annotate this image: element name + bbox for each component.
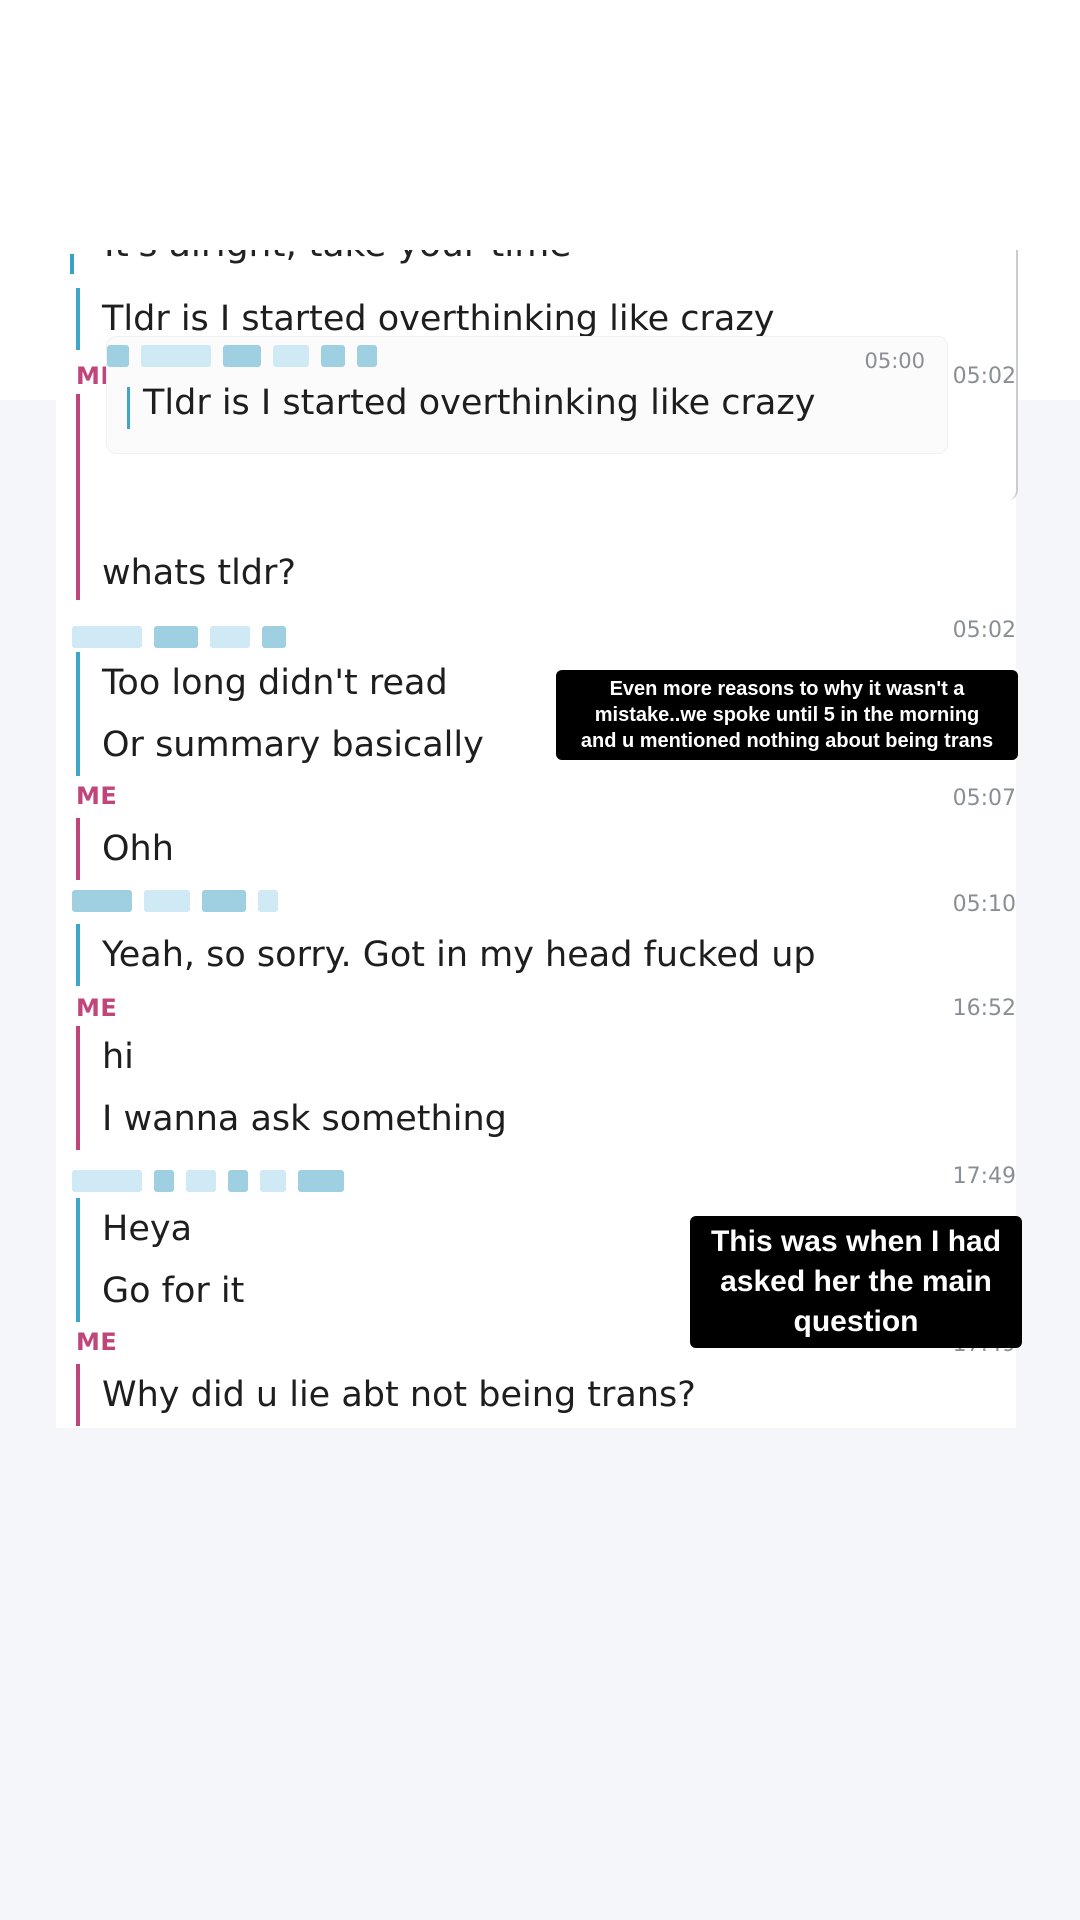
cut-off-message: It's alright, take your time (70, 250, 571, 274)
quote-time: 05:00 (864, 349, 925, 373)
friend-message-block: Yeah, so sorry. Got in my head fucked up (76, 924, 816, 986)
sender-me: ME (76, 1328, 118, 1356)
chat-message: hi (102, 1037, 134, 1077)
me-message-block: Ohh (76, 818, 174, 880)
chat-message: Why did u lie abt not being trans? (102, 1375, 696, 1415)
message-time: 16:52 (952, 996, 1016, 1021)
quote-text: Tldr is I started overthinking like craz… (143, 383, 816, 423)
quoted-message[interactable]: 05:00 Tldr is I started overthinking lik… (106, 336, 948, 454)
screenshot-edge (1006, 250, 1018, 500)
me-message-block: Why did u lie abt not being trans? (76, 1364, 696, 1426)
chat-message: I wanna ask something (102, 1099, 507, 1139)
chat-message: Ohh (102, 829, 174, 869)
message-time: 05:02 (952, 618, 1016, 643)
sender-me: ME (76, 994, 118, 1022)
friend-message-block: Too long didn't read Or summary basicall… (76, 652, 484, 776)
message-time: 05:10 (952, 892, 1016, 917)
chat-message: Too long didn't read (102, 663, 448, 703)
quote-bar (127, 387, 130, 429)
chat-message: whats tldr? (102, 553, 296, 593)
blurred-name (72, 1170, 344, 1194)
blurred-name (107, 345, 377, 369)
blurred-name (72, 626, 286, 650)
friend-message-block: Heya Go for it (76, 1198, 244, 1322)
message-time: 17:49 (952, 1164, 1016, 1189)
story-caption: This was when I had asked her the main q… (690, 1216, 1022, 1348)
me-message-block: hi I wanna ask something (76, 1026, 507, 1150)
chat-message: Yeah, so sorry. Got in my head fucked up (102, 935, 816, 975)
sender-me: ME (76, 782, 118, 810)
story-caption: Even more reasons to why it wasn't a mis… (556, 670, 1018, 760)
message-time: 05:07 (952, 786, 1016, 811)
chat-message: Go for it (102, 1271, 245, 1311)
friend-bar (70, 254, 74, 274)
chat-message: Heya (102, 1209, 193, 1249)
blurred-name (72, 890, 278, 914)
chat-message: Or summary basically (102, 725, 484, 765)
